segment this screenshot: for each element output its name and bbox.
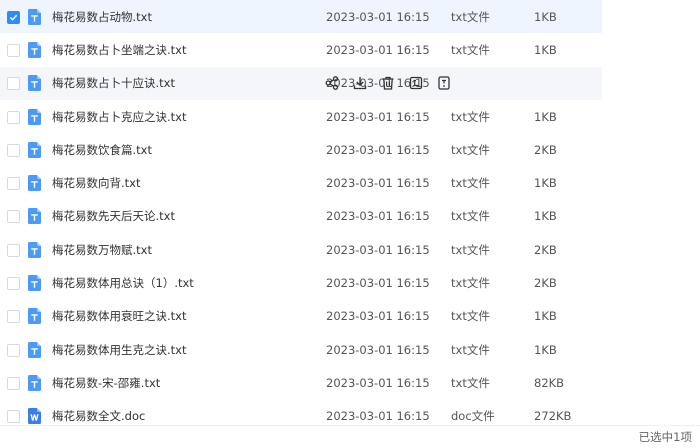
more-icon[interactable] xyxy=(436,75,452,91)
file-row[interactable]: 梅花易数体用衰旺之诀.txt 2023-03-01 16:15 txt文件 1KB xyxy=(0,300,602,333)
file-type: txt文件 xyxy=(451,9,490,24)
txt-file-icon xyxy=(28,308,41,325)
file-size: 1KB xyxy=(534,109,557,124)
file-row[interactable]: 梅花易数先天后天论.txt 2023-03-01 16:15 txt文件 1KB xyxy=(0,200,602,233)
file-modified-date: 2023-03-01 16:15 xyxy=(326,142,430,157)
file-type: txt文件 xyxy=(451,109,490,124)
file-row[interactable]: 梅花易数占卜十应诀.txt 2023-03-01 16:15 xyxy=(0,66,602,100)
file-name[interactable]: 梅花易数万物赋.txt xyxy=(52,242,152,258)
row-checkbox[interactable] xyxy=(7,143,20,157)
doc-file-icon xyxy=(28,408,41,425)
file-row[interactable]: 梅花易数占卜坐端之诀.txt 2023-03-01 16:15 txt文件 1KB xyxy=(0,33,602,66)
txt-file-icon xyxy=(28,41,41,58)
row-checkbox[interactable] xyxy=(7,177,20,191)
file-modified-date: 2023-03-01 16:15 xyxy=(326,276,430,291)
file-type: txt文件 xyxy=(451,375,490,390)
file-type: txt文件 xyxy=(451,342,490,357)
file-type: txt文件 xyxy=(451,276,490,291)
file-modified-date: 2023-03-01 16:15 xyxy=(326,309,430,324)
file-type: txt文件 xyxy=(451,176,490,191)
file-modified-date: 2023-03-01 16:15 xyxy=(326,375,430,390)
row-checkbox[interactable] xyxy=(7,77,20,91)
txt-file-icon xyxy=(28,374,41,391)
txt-file-icon xyxy=(28,175,41,192)
txt-file-icon xyxy=(28,275,41,292)
row-checkbox[interactable] xyxy=(7,10,20,24)
file-name[interactable]: 梅花易数占动物.txt xyxy=(52,9,152,25)
file-modified-date: 2023-03-01 16:15 xyxy=(326,342,430,357)
delete-icon[interactable] xyxy=(380,75,396,91)
file-size: 2KB xyxy=(534,276,557,291)
txt-file-icon xyxy=(28,341,41,358)
file-name[interactable]: 梅花易数饮食篇.txt xyxy=(52,142,152,158)
file-name[interactable]: 梅花易数先天后天论.txt xyxy=(52,208,175,224)
file-modified-date: 2023-03-01 16:15 xyxy=(326,109,430,124)
file-row[interactable]: 梅花易数体用生克之诀.txt 2023-03-01 16:15 txt文件 1KB xyxy=(0,333,602,366)
row-action-bar xyxy=(324,75,452,91)
file-size: 1KB xyxy=(534,176,557,191)
file-type: txt文件 xyxy=(451,242,490,257)
row-checkbox[interactable] xyxy=(7,310,20,324)
file-name[interactable]: 梅花易数占卜坐端之诀.txt xyxy=(52,42,186,58)
file-row[interactable]: 梅花易数万物赋.txt 2023-03-01 16:15 txt文件 2KB xyxy=(0,233,602,266)
file-name[interactable]: 梅花易数全文.doc xyxy=(52,408,145,424)
file-size: 272KB xyxy=(534,409,572,424)
file-type: txt文件 xyxy=(451,209,490,224)
row-checkbox[interactable] xyxy=(7,343,20,357)
file-size: 2KB xyxy=(534,242,557,257)
row-checkbox[interactable] xyxy=(7,210,20,224)
file-name[interactable]: 梅花易数体用生克之诀.txt xyxy=(52,342,186,358)
file-size: 1KB xyxy=(534,42,557,57)
txt-file-icon xyxy=(28,241,41,258)
file-name[interactable]: 梅花易数体用总诀（1）.txt xyxy=(52,275,194,291)
file-modified-date: 2023-03-01 16:15 xyxy=(326,242,430,257)
file-type: txt文件 xyxy=(451,42,490,57)
file-row[interactable]: 梅花易数体用总诀（1）.txt 2023-03-01 16:15 txt文件 2KB xyxy=(0,266,602,299)
file-modified-date: 2023-03-01 16:15 xyxy=(326,42,430,57)
file-type: doc文件 xyxy=(451,409,495,424)
download-icon[interactable] xyxy=(352,75,368,91)
txt-file-icon xyxy=(28,141,41,158)
file-modified-date: 2023-03-01 16:15 xyxy=(326,9,430,24)
file-modified-date: 2023-03-01 16:15 xyxy=(326,176,430,191)
row-checkbox[interactable] xyxy=(7,376,20,390)
file-modified-date: 2023-03-01 16:15 xyxy=(326,409,430,424)
txt-file-icon xyxy=(28,75,41,92)
file-row[interactable]: 梅花易数占卜克应之诀.txt 2023-03-01 16:15 txt文件 1KB xyxy=(0,100,602,133)
row-checkbox[interactable] xyxy=(7,277,20,291)
file-size: 2KB xyxy=(534,142,557,157)
file-row[interactable]: 梅花易数向背.txt 2023-03-01 16:15 txt文件 1KB xyxy=(0,166,602,199)
file-row[interactable]: 梅花易数-宋-邵雍.txt 2023-03-01 16:15 txt文件 82KB xyxy=(0,366,602,399)
share-icon[interactable] xyxy=(324,75,340,91)
file-name[interactable]: 梅花易数向背.txt xyxy=(52,175,140,191)
txt-file-icon xyxy=(28,8,41,25)
file-row[interactable]: 梅花易数占动物.txt 2023-03-01 16:15 txt文件 1KB xyxy=(0,0,602,34)
file-size: 1KB xyxy=(534,9,557,24)
file-name[interactable]: 梅花易数占卜克应之诀.txt xyxy=(52,109,186,125)
file-name[interactable]: 梅花易数占卜十应诀.txt xyxy=(52,75,175,91)
status-bar: 已选中1项 xyxy=(0,425,700,448)
file-name[interactable]: 梅花易数-宋-邵雍.txt xyxy=(52,375,160,391)
file-type: txt文件 xyxy=(451,142,490,157)
selection-count: 已选中1项 xyxy=(638,430,692,444)
file-name[interactable]: 梅花易数体用衰旺之诀.txt xyxy=(52,308,186,324)
row-checkbox[interactable] xyxy=(7,243,20,257)
file-row[interactable]: 梅花易数饮食篇.txt 2023-03-01 16:15 txt文件 2KB xyxy=(0,133,602,166)
rename-icon[interactable] xyxy=(408,75,424,91)
file-size: 82KB xyxy=(534,375,565,390)
row-checkbox[interactable] xyxy=(7,110,20,124)
file-type: txt文件 xyxy=(451,309,490,324)
row-checkbox[interactable] xyxy=(7,410,20,424)
file-size: 1KB xyxy=(534,309,557,324)
row-checkbox[interactable] xyxy=(7,43,20,57)
file-size: 1KB xyxy=(534,209,557,224)
file-size: 1KB xyxy=(534,342,557,357)
file-modified-date: 2023-03-01 16:15 xyxy=(326,209,430,224)
txt-file-icon xyxy=(28,208,41,225)
txt-file-icon xyxy=(28,108,41,125)
file-list: 梅花易数占动物.txt 2023-03-01 16:15 txt文件 1KB 梅花易数占… xyxy=(0,0,602,433)
